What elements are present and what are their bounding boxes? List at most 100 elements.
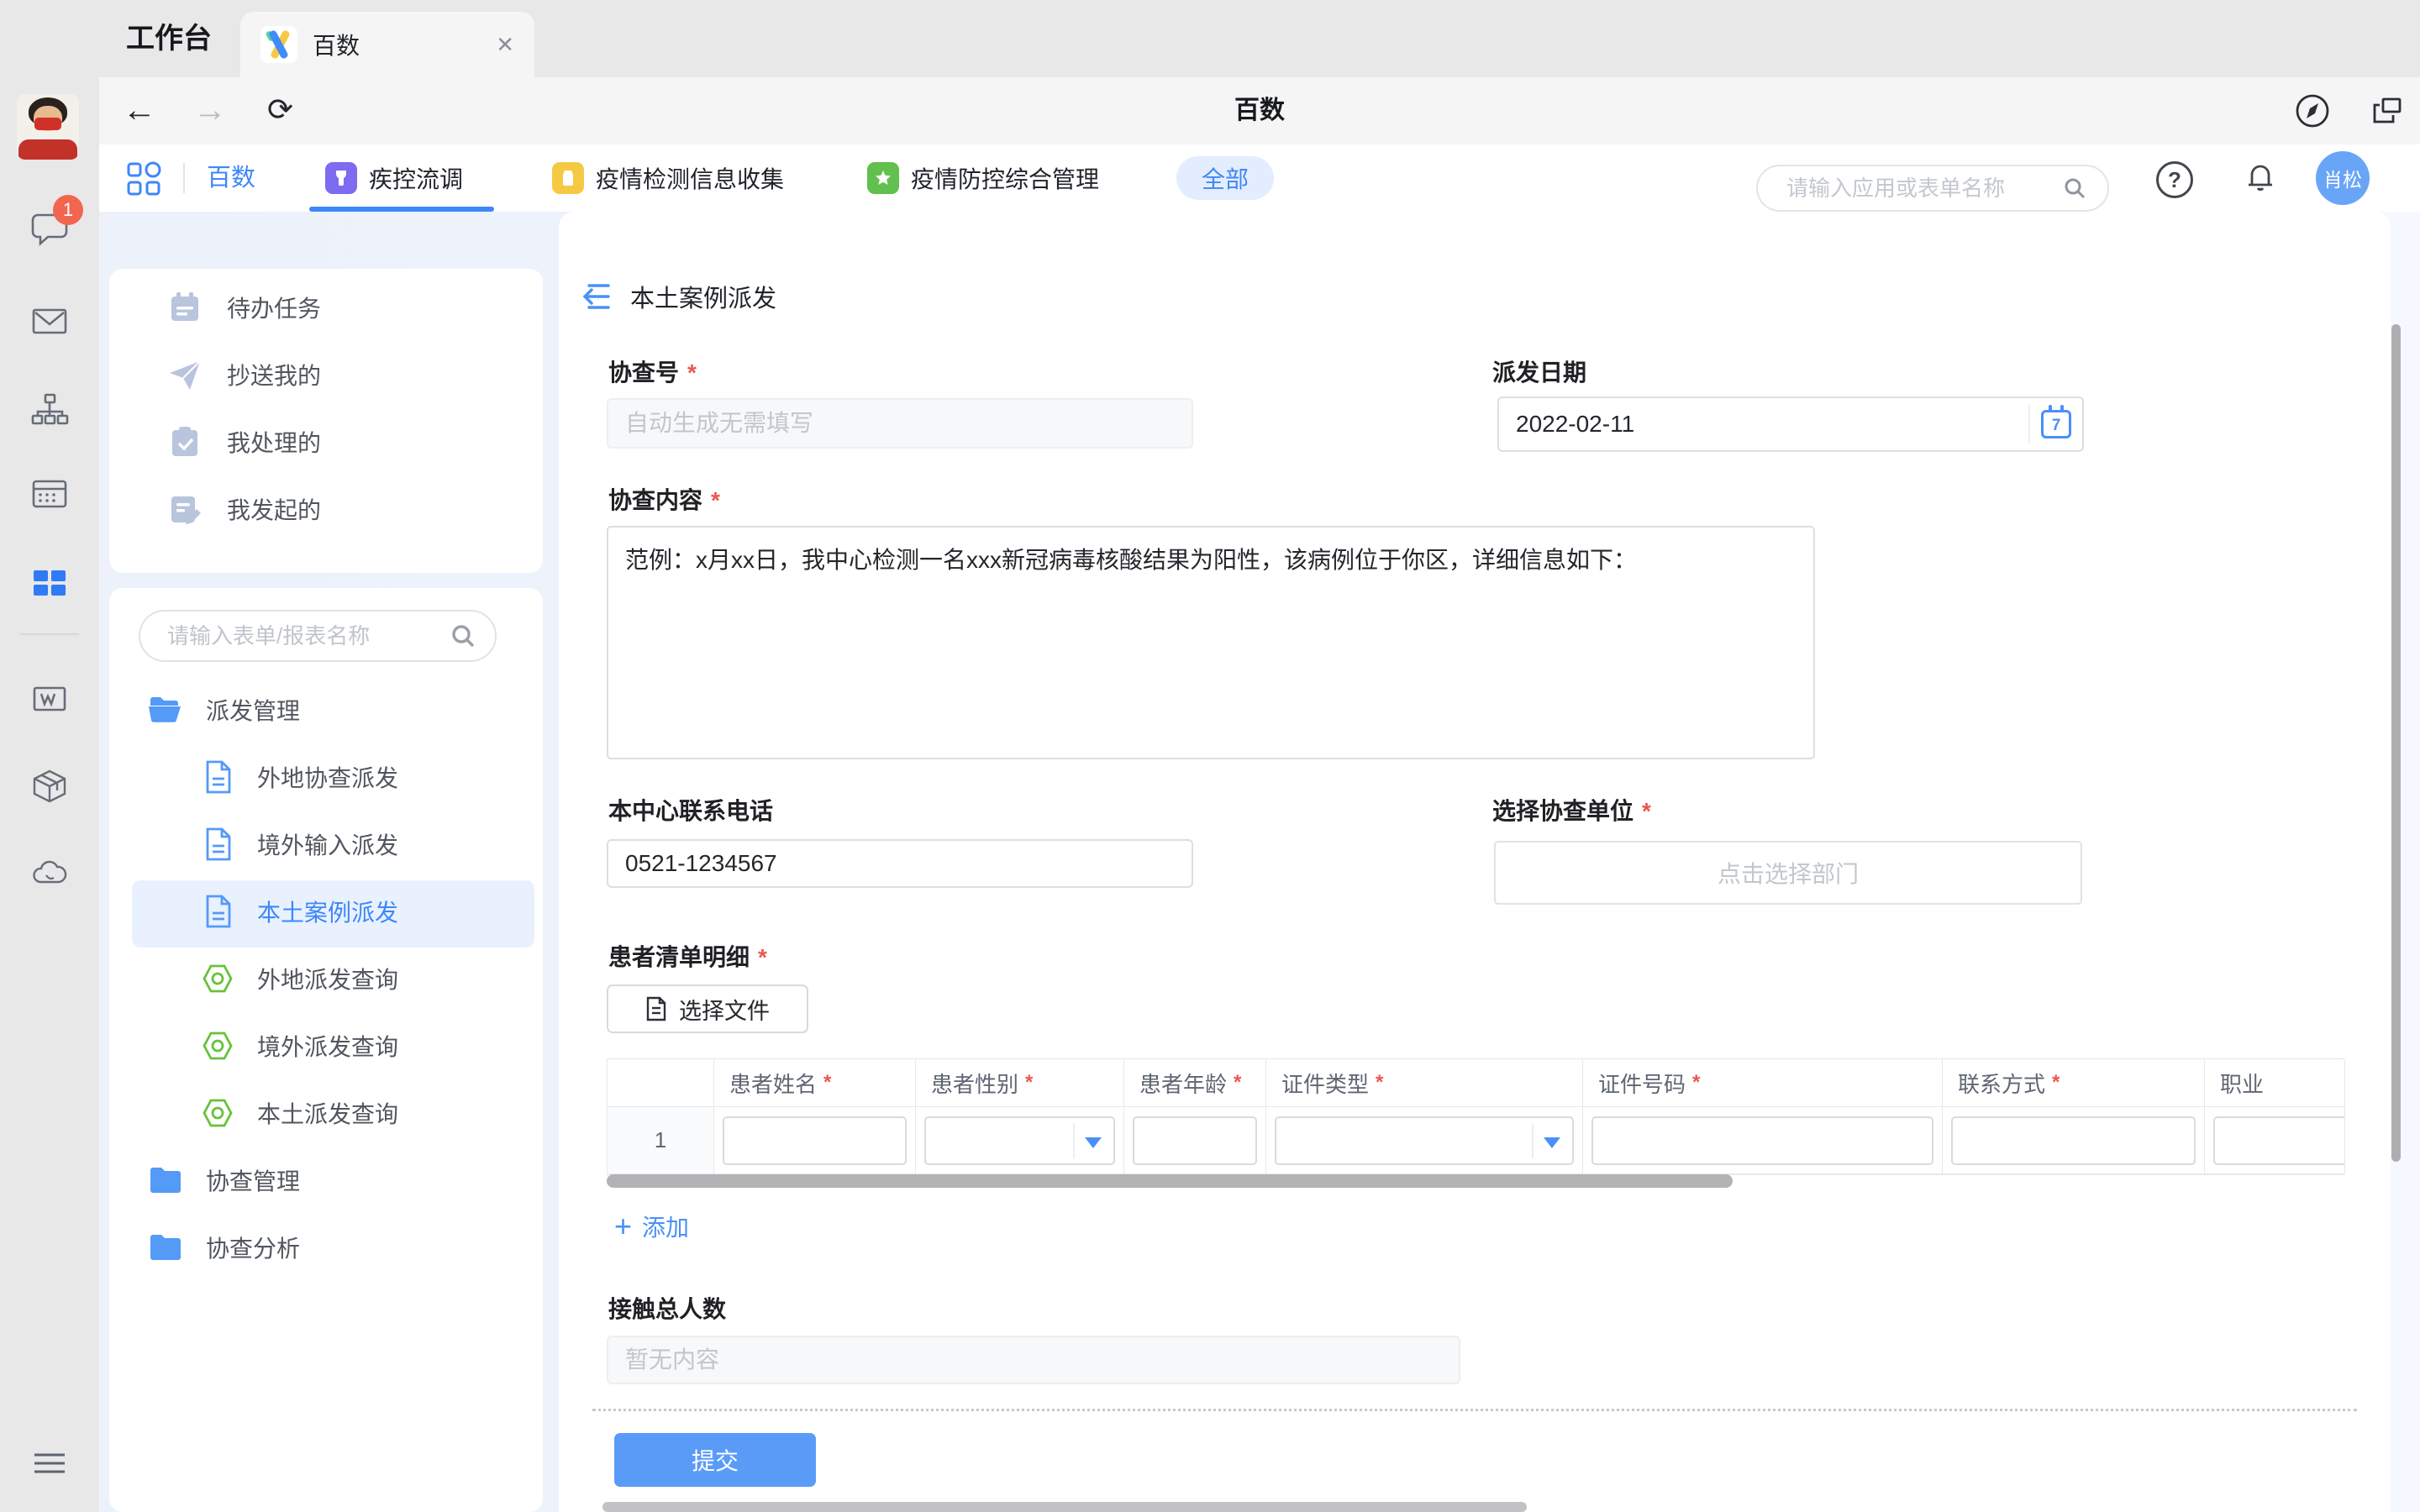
contact-input[interactable] (1951, 1116, 2196, 1165)
id-type-select[interactable] (1275, 1116, 1574, 1165)
forward-button[interactable]: → (193, 77, 227, 144)
forms-tree-panel: 派发管理 外地协查派发 境外输入派发 本土案例派发 外地派发查询 (109, 588, 543, 1512)
select-department-box[interactable]: 点击选择部门 (1494, 841, 2082, 905)
active-tab-underline (309, 207, 494, 212)
tree-item-jingwai-shuru[interactable]: 境外输入派发 (202, 811, 398, 878)
dropdown-arrow-icon[interactable] (1085, 1137, 1102, 1148)
hamburger-menu-icon[interactable] (26, 1440, 73, 1487)
menu-item-handled-by-me[interactable]: 我处理的 (109, 408, 543, 475)
cloud-call-icon[interactable] (26, 850, 73, 897)
tree-folder-dispatch-mgmt[interactable]: 派发管理 (147, 676, 300, 743)
menu-item-cc-to-me[interactable]: 抄送我的 (109, 341, 543, 408)
th-contact: 联系方式* (1943, 1059, 2205, 1107)
occupation-input[interactable] (2213, 1116, 2345, 1165)
search-icon (450, 622, 476, 649)
baishu-logo-icon (260, 26, 297, 63)
cell-contact (1943, 1107, 2205, 1174)
submit-button[interactable]: 提交 (614, 1433, 816, 1487)
document-icon (202, 826, 235, 863)
quick-actions-panel: 待办任务 抄送我的 我处理的 我发起的 (109, 269, 543, 573)
tab-yiqing-jiance[interactable]: 疫情检测信息收集 (552, 144, 784, 212)
folder-open-icon (147, 691, 184, 728)
menu-item-todo-tasks[interactable]: 待办任务 (109, 274, 543, 341)
calendar-picker-icon[interactable]: 7 (2030, 410, 2082, 438)
collapse-sidebar-icon[interactable] (583, 281, 610, 312)
center-phone-input[interactable] (607, 839, 1193, 888)
cell-patient-name (714, 1107, 916, 1174)
tree-item-waidi-xiecha[interactable]: 外地协查派发 (202, 743, 398, 811)
all-apps-grid-icon[interactable] (124, 160, 163, 202)
document-icon (202, 759, 235, 795)
search-icon (2062, 176, 2087, 201)
notifications-bell-icon[interactable] (2242, 160, 2279, 201)
form-header: 本土案例派发 (583, 279, 776, 314)
tree-item-waidi-paifa-query[interactable]: 外地派发查询 (200, 945, 398, 1012)
tab-yiqing-fangkong[interactable]: 疫情防控综合管理 (867, 144, 1099, 212)
label-mingxi: 患者清单明细* (608, 939, 767, 973)
tab-all[interactable]: 全部 (1176, 156, 1274, 200)
cell-id-type (1266, 1107, 1583, 1174)
refresh-button[interactable]: ⟳ (267, 77, 293, 144)
mail-icon[interactable] (26, 297, 73, 344)
label-paifariqi: 派发日期 (1492, 354, 1586, 388)
app-tabbar: 百数 疾控流调 疫情检测信息收集 疫情防控综合管理 全部 ? (99, 144, 2420, 212)
patient-gender-select[interactable] (924, 1116, 1115, 1165)
form-search[interactable] (139, 610, 497, 662)
table-horizontal-scrollbar[interactable] (607, 1174, 1733, 1188)
help-icon[interactable]: ? (2156, 161, 2193, 198)
open-in-window-icon[interactable] (2368, 92, 2405, 129)
patient-age-input[interactable] (1133, 1116, 1257, 1165)
appbar-search[interactable] (1756, 165, 2109, 212)
add-row-button[interactable]: + 添加 (614, 1210, 689, 1243)
page-title: 百数 (99, 77, 2420, 144)
app-tab-baishu[interactable]: 百数 ✕ (240, 12, 534, 77)
dispatch-date-picker[interactable]: 2022-02-11 7 (1497, 396, 2084, 452)
compass-icon[interactable] (2294, 92, 2331, 129)
dropdown-arrow-icon[interactable] (1544, 1137, 1560, 1148)
tree-folder-xiecha-mgmt[interactable]: 协查管理 (147, 1147, 300, 1214)
query-hexagon-icon (200, 1095, 235, 1131)
cube-app-icon[interactable] (26, 763, 73, 810)
form-title: 本土案例派发 (630, 279, 776, 314)
tree-item-jingwai-paifa-query[interactable]: 境外派发查询 (200, 1012, 398, 1079)
calendar-icon[interactable] (26, 470, 73, 517)
xiechaneirong-textarea[interactable]: 范例：x月xx日，我中心检测一名xxx新冠病毒核酸结果为阳性，该病例位于你区，详… (607, 526, 1815, 759)
tabbar-divider (183, 163, 185, 193)
query-hexagon-icon (200, 961, 235, 996)
back-button[interactable]: ← (123, 77, 156, 144)
doc-edit-icon (166, 491, 203, 528)
th-patient-gender: 患者性别* (916, 1059, 1124, 1107)
todo-calendar-icon (166, 289, 203, 326)
patient-name-input[interactable] (723, 1116, 907, 1165)
contact-total-input[interactable] (607, 1336, 1460, 1384)
label-phone: 本中心联系电话 (608, 793, 773, 827)
chat-icon[interactable]: 1 (26, 205, 73, 252)
tab-baishu-home[interactable]: 百数 (207, 144, 255, 212)
form-footer-divider (592, 1409, 2357, 1411)
tab-jikong-liudiao[interactable]: 疾控流调 (325, 144, 463, 212)
form-horizontal-scrollbar[interactable] (602, 1502, 1527, 1512)
tree-item-bentu-anli-paifa[interactable]: 本土案例派发 (202, 878, 398, 945)
appbar-search-input[interactable] (1786, 176, 2062, 202)
label-xiechaneirong: 协查内容* (608, 482, 720, 516)
xiechahao-input[interactable] (607, 398, 1193, 449)
id-number-input[interactable] (1591, 1116, 1933, 1165)
rail-divider (20, 633, 79, 635)
menu-item-initiated-by-me[interactable]: 我发起的 (109, 475, 543, 543)
th-occupation: 职业 (2205, 1059, 2345, 1107)
choose-file-button[interactable]: 选择文件 (607, 984, 808, 1033)
close-tab-icon[interactable]: ✕ (496, 32, 514, 58)
tree-item-bentu-paifa-query[interactable]: 本土派发查询 (200, 1079, 398, 1147)
workbench-grid-icon[interactable] (26, 559, 73, 606)
tree-folder-xiecha-analysis[interactable]: 协查分析 (147, 1214, 300, 1281)
user-avatar-badge[interactable]: 肖松 (2316, 151, 2370, 205)
dispatch-date-value: 2022-02-11 (1499, 411, 2028, 438)
form-search-input[interactable] (167, 623, 450, 649)
word-app-icon[interactable] (26, 675, 73, 722)
org-chart-icon[interactable] (26, 386, 73, 433)
label-danwei: 选择协查单位* (1492, 793, 1651, 827)
th-id-number: 证件号码* (1583, 1059, 1943, 1107)
workspace-title: 工作台 (126, 0, 212, 77)
user-avatar-photo[interactable] (17, 94, 79, 160)
page-vertical-scrollbar[interactable] (2391, 324, 2401, 1162)
